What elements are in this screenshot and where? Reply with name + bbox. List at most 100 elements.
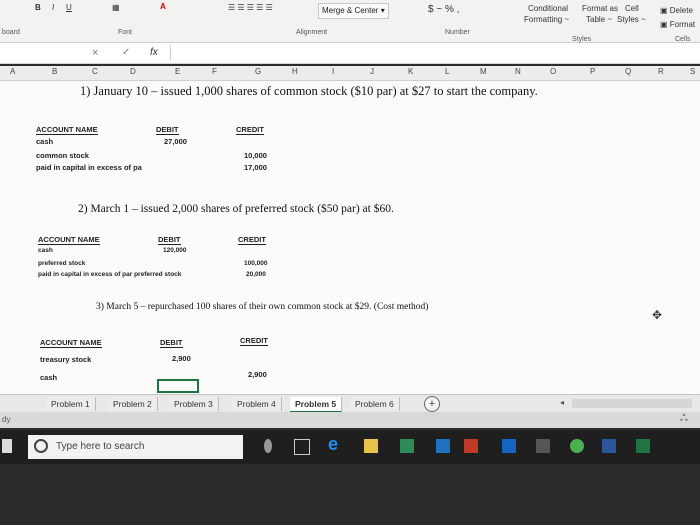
edge-icon[interactable]: e [328, 434, 342, 454]
col-header-c[interactable]: C [92, 67, 98, 76]
outlook-icon[interactable] [436, 439, 450, 453]
start-icon[interactable] [2, 439, 12, 453]
merge-center-button[interactable]: Merge & Center ▾ [318, 3, 389, 19]
person-icon: ஃ [680, 413, 688, 424]
p1-row3-credit: 17,000 [244, 163, 267, 172]
task-view-icon[interactable] [294, 439, 310, 455]
scroll-left-icon[interactable]: ◂ [560, 398, 564, 407]
conditional-formatting-label[interactable]: Conditional [528, 4, 568, 13]
p1-header-credit: CREDIT [236, 125, 264, 135]
p1-header-debit: DEBIT [156, 125, 179, 135]
tab-problem-4[interactable]: Problem 4 [232, 397, 282, 411]
cells-group-label: Cells [675, 36, 691, 43]
col-header-a[interactable]: A [10, 67, 15, 76]
col-header-h[interactable]: H [292, 67, 298, 76]
col-header-m[interactable]: M [480, 67, 487, 76]
format-as-table-label[interactable]: Format as [582, 4, 618, 13]
col-header-s[interactable]: S [690, 67, 695, 76]
tab-problem-3[interactable]: Problem 3 [169, 397, 219, 411]
ribbon: B I U ▦ A ☰ ☰ ☰ ☰ ☰ Merge & Center ▾ $ ~… [0, 0, 700, 43]
p2-header-credit: CREDIT [238, 235, 266, 245]
align-icons[interactable]: ☰ ☰ ☰ ☰ ☰ [228, 3, 273, 12]
selected-cell[interactable] [157, 379, 199, 393]
conditional-formatting-label2[interactable]: Formatting ~ [524, 15, 569, 24]
column-headers: A B C D E F G H I J K L M N O P Q R S [0, 66, 700, 81]
col-header-q[interactable]: Q [625, 67, 631, 76]
styles-group-label: Styles [572, 36, 592, 43]
col-header-k[interactable]: K [408, 67, 413, 76]
store-icon[interactable] [364, 439, 378, 453]
sheet-tabs-bar: Problem 1 Problem 2 Problem 3 Problem 4 … [0, 394, 700, 413]
borders-icon[interactable]: ▦ [112, 3, 120, 12]
format-as-table-label2[interactable]: Table ~ [586, 15, 612, 24]
problem2-title: 2) March 1 – issued 2,000 shares of pref… [78, 203, 394, 215]
horizontal-scrollbar[interactable] [572, 399, 692, 408]
font-color-button[interactable]: A [160, 2, 166, 11]
tab-problem-2[interactable]: Problem 2 [108, 397, 158, 411]
p2-row1-debit: 120,000 [163, 247, 187, 254]
number-group-label: Number [445, 29, 470, 36]
app-icon[interactable] [502, 439, 516, 453]
p3-row2-credit: 2,900 [248, 370, 267, 379]
worksheet-grid[interactable]: 1) January 10 – issued 1,000 shares of c… [0, 81, 700, 394]
cell-styles-label2[interactable]: Styles ~ [617, 15, 646, 24]
col-header-r[interactable]: R [658, 67, 664, 76]
p3-header-credit: CREDIT [240, 336, 268, 346]
bold-button[interactable]: B [35, 3, 41, 12]
col-header-g[interactable]: G [255, 67, 261, 76]
p1-row1-debit: 27,000 [164, 137, 187, 146]
taskbar-search-box[interactable]: Type here to search [28, 435, 243, 459]
status-text: dy [2, 415, 11, 424]
mcafee-icon[interactable] [464, 439, 478, 453]
format-button[interactable]: ▣ Format [660, 20, 695, 29]
formula-input[interactable] [170, 45, 699, 60]
app-icon-2[interactable] [536, 439, 550, 453]
cell-styles-label[interactable]: Cell [625, 4, 639, 13]
col-header-f[interactable]: F [212, 67, 217, 76]
col-header-p[interactable]: P [590, 67, 595, 76]
p2-row2-account: preferred stock [38, 260, 86, 267]
tab-problem-5[interactable]: Problem 5 [290, 397, 343, 413]
excel-icon[interactable] [636, 439, 650, 453]
add-sheet-icon[interactable]: + [424, 396, 440, 412]
p1-row2-credit: 10,000 [244, 151, 267, 160]
p2-row3-account: paid in capital in excess of par preferr… [38, 271, 182, 278]
word-icon[interactable] [602, 439, 616, 453]
cancel-icon[interactable]: × [92, 47, 98, 59]
clipboard-group-label: board [2, 29, 20, 36]
delete-button[interactable]: ▣ Delete [660, 6, 693, 15]
col-header-b[interactable]: B [52, 67, 57, 76]
col-header-l[interactable]: L [445, 67, 449, 76]
dark-background [0, 464, 700, 525]
microphone-icon[interactable] [264, 439, 272, 453]
cortana-icon [34, 439, 48, 454]
alignment-group-label: Alignment [296, 29, 328, 36]
p3-header-account: ACCOUNT NAME [40, 338, 102, 348]
col-header-o[interactable]: O [550, 67, 556, 76]
status-bar: dy ஃ [0, 412, 700, 428]
tab-problem-6[interactable]: Problem 6 [350, 397, 400, 411]
underline-button[interactable]: U [66, 3, 72, 12]
col-header-d[interactable]: D [130, 67, 136, 76]
italic-button[interactable]: I [52, 3, 54, 12]
function-icon[interactable]: fx [150, 47, 158, 58]
number-format-buttons[interactable]: $ ~ % , [428, 4, 459, 15]
search-placeholder: Type here to search [56, 441, 145, 452]
p1-header-account: ACCOUNT NAME [36, 125, 98, 135]
confirm-icon[interactable]: ✓ [122, 47, 130, 58]
p2-row2-credit: 100,000 [244, 260, 268, 267]
col-header-n[interactable]: N [515, 67, 521, 76]
p2-header-debit: DEBIT [158, 235, 181, 245]
col-header-j[interactable]: J [370, 67, 374, 76]
p2-header-account: ACCOUNT NAME [38, 235, 100, 245]
chrome-icon[interactable] [570, 439, 584, 453]
p1-row2-account: common stock [36, 151, 89, 160]
p2-row3-credit: 20,000 [246, 271, 266, 278]
explorer-icon[interactable] [400, 439, 414, 453]
cursor-icon: ✥ [652, 308, 663, 322]
tab-problem-1[interactable]: Problem 1 [46, 397, 96, 411]
problem1-title: 1) January 10 – issued 1,000 shares of c… [80, 84, 538, 98]
p2-row1-account: cash [38, 247, 53, 254]
col-header-i[interactable]: I [332, 67, 334, 76]
col-header-e[interactable]: E [175, 67, 180, 76]
